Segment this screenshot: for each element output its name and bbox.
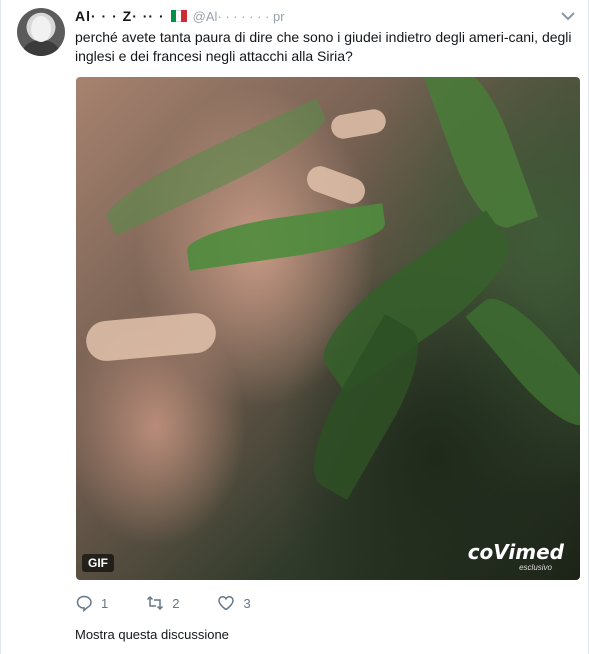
reply-button[interactable]: 1	[75, 594, 108, 612]
gif-media[interactable]: GIF coVimed esclusivo	[76, 77, 580, 580]
heart-icon	[218, 596, 235, 611]
like-button[interactable]: 3	[217, 594, 251, 612]
retweet-icon	[147, 595, 164, 611]
gif-badge: GIF	[82, 554, 114, 572]
chevron-down-icon[interactable]	[560, 10, 576, 22]
retweet-button[interactable]: 2	[146, 594, 179, 612]
retweet-count: 2	[172, 595, 180, 611]
media-watermark: coVimed	[467, 540, 564, 564]
show-thread-link[interactable]: Mostra questa discussione	[75, 627, 229, 642]
tweet-header: Al· · · Z· ·· · @Al· · · · · · · pr	[75, 6, 285, 26]
italy-flag-icon	[170, 10, 187, 22]
media-finger	[84, 311, 218, 363]
avatar-face	[31, 16, 51, 42]
media-finger	[329, 107, 388, 141]
media-leaf	[465, 284, 580, 440]
tweet-card[interactable]: Al· · · Z· ·· · @Al· · · · · · · pr perc…	[0, 0, 589, 654]
media-leaf	[184, 203, 388, 271]
avatar[interactable]	[17, 8, 65, 56]
author-name[interactable]: Al· · · Z· ·· ·	[75, 8, 165, 24]
tweet-actions: 1 2 3	[75, 594, 289, 612]
media-watermark-sub: esclusivo	[519, 563, 552, 572]
like-count: 3	[243, 595, 251, 611]
reply-count: 1	[101, 595, 109, 611]
reply-icon	[76, 595, 92, 612]
avatar-shoulders	[23, 40, 59, 56]
author-handle[interactable]: @Al· · · · · · · pr	[193, 9, 285, 24]
media-finger	[303, 162, 369, 208]
tweet-text: perché avete tanta paura di dire che son…	[75, 29, 572, 64]
